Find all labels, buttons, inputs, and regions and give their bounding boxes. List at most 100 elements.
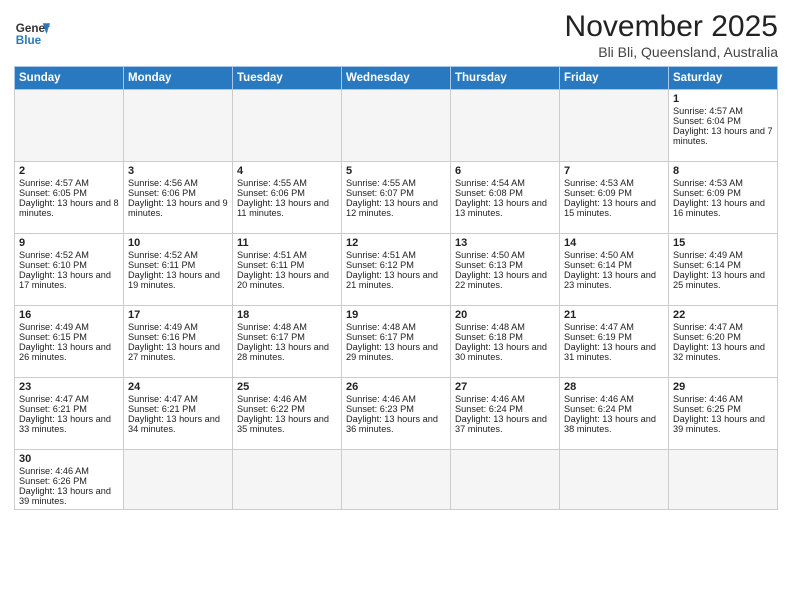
day-info: Daylight: 13 hours and 11 minutes. bbox=[237, 198, 337, 218]
day-info: Sunset: 6:11 PM bbox=[128, 260, 228, 270]
calendar-cell bbox=[124, 450, 233, 510]
day-header-sunday: Sunday bbox=[15, 67, 124, 90]
day-info: Daylight: 13 hours and 12 minutes. bbox=[346, 198, 446, 218]
day-info: Sunset: 6:25 PM bbox=[673, 404, 773, 414]
header: General Blue November 2025 Bli Bli, Quee… bbox=[14, 10, 778, 60]
calendar-cell: 28Sunrise: 4:46 AMSunset: 6:24 PMDayligh… bbox=[560, 378, 669, 450]
calendar-cell: 14Sunrise: 4:50 AMSunset: 6:14 PMDayligh… bbox=[560, 234, 669, 306]
day-number: 6 bbox=[455, 165, 555, 177]
day-info: Sunset: 6:05 PM bbox=[19, 188, 119, 198]
day-info: Daylight: 13 hours and 39 minutes. bbox=[19, 486, 119, 506]
day-header-wednesday: Wednesday bbox=[342, 67, 451, 90]
calendar-cell bbox=[342, 90, 451, 162]
day-info: Sunset: 6:16 PM bbox=[128, 332, 228, 342]
day-info: Sunset: 6:24 PM bbox=[455, 404, 555, 414]
day-info: Daylight: 13 hours and 30 minutes. bbox=[455, 342, 555, 362]
day-number: 7 bbox=[564, 165, 664, 177]
calendar-cell bbox=[15, 90, 124, 162]
day-number: 17 bbox=[128, 309, 228, 321]
day-info: Daylight: 13 hours and 20 minutes. bbox=[237, 270, 337, 290]
calendar-cell bbox=[669, 450, 778, 510]
day-info: Sunset: 6:10 PM bbox=[19, 260, 119, 270]
day-number: 11 bbox=[237, 237, 337, 249]
day-info: Daylight: 13 hours and 36 minutes. bbox=[346, 414, 446, 434]
day-info: Daylight: 13 hours and 25 minutes. bbox=[673, 270, 773, 290]
day-info: Sunset: 6:24 PM bbox=[564, 404, 664, 414]
day-number: 2 bbox=[19, 165, 119, 177]
day-info: Sunrise: 4:52 AM bbox=[128, 250, 228, 260]
day-info: Sunrise: 4:53 AM bbox=[673, 178, 773, 188]
calendar-table: SundayMondayTuesdayWednesdayThursdayFrid… bbox=[14, 66, 778, 510]
week-row-5: 30Sunrise: 4:46 AMSunset: 6:26 PMDayligh… bbox=[15, 450, 778, 510]
day-info: Sunrise: 4:49 AM bbox=[673, 250, 773, 260]
day-number: 20 bbox=[455, 309, 555, 321]
day-info: Sunset: 6:15 PM bbox=[19, 332, 119, 342]
day-info: Daylight: 13 hours and 31 minutes. bbox=[564, 342, 664, 362]
day-info: Sunset: 6:17 PM bbox=[346, 332, 446, 342]
day-number: 18 bbox=[237, 309, 337, 321]
calendar-cell bbox=[233, 450, 342, 510]
calendar-page: General Blue November 2025 Bli Bli, Quee… bbox=[0, 0, 792, 612]
day-info: Sunrise: 4:48 AM bbox=[455, 322, 555, 332]
day-info: Daylight: 13 hours and 8 minutes. bbox=[19, 198, 119, 218]
calendar-cell: 13Sunrise: 4:50 AMSunset: 6:13 PMDayligh… bbox=[451, 234, 560, 306]
day-info: Sunrise: 4:48 AM bbox=[237, 322, 337, 332]
calendar-cell: 5Sunrise: 4:55 AMSunset: 6:07 PMDaylight… bbox=[342, 162, 451, 234]
day-info: Daylight: 13 hours and 38 minutes. bbox=[564, 414, 664, 434]
calendar-cell bbox=[342, 450, 451, 510]
calendar-cell: 17Sunrise: 4:49 AMSunset: 6:16 PMDayligh… bbox=[124, 306, 233, 378]
day-info: Sunrise: 4:48 AM bbox=[346, 322, 446, 332]
day-info: Sunset: 6:04 PM bbox=[673, 116, 773, 126]
day-info: Daylight: 13 hours and 16 minutes. bbox=[673, 198, 773, 218]
day-info: Sunrise: 4:46 AM bbox=[346, 394, 446, 404]
day-info: Daylight: 13 hours and 7 minutes. bbox=[673, 126, 773, 146]
day-info: Sunrise: 4:54 AM bbox=[455, 178, 555, 188]
day-info: Daylight: 13 hours and 17 minutes. bbox=[19, 270, 119, 290]
calendar-cell: 29Sunrise: 4:46 AMSunset: 6:25 PMDayligh… bbox=[669, 378, 778, 450]
day-number: 3 bbox=[128, 165, 228, 177]
calendar-cell: 3Sunrise: 4:56 AMSunset: 6:06 PMDaylight… bbox=[124, 162, 233, 234]
day-info: Sunset: 6:09 PM bbox=[564, 188, 664, 198]
day-info: Sunset: 6:06 PM bbox=[237, 188, 337, 198]
day-number: 22 bbox=[673, 309, 773, 321]
day-number: 14 bbox=[564, 237, 664, 249]
day-header-tuesday: Tuesday bbox=[233, 67, 342, 90]
day-info: Sunrise: 4:52 AM bbox=[19, 250, 119, 260]
calendar-cell: 16Sunrise: 4:49 AMSunset: 6:15 PMDayligh… bbox=[15, 306, 124, 378]
day-info: Daylight: 13 hours and 21 minutes. bbox=[346, 270, 446, 290]
svg-text:Blue: Blue bbox=[16, 34, 42, 47]
calendar-cell: 12Sunrise: 4:51 AMSunset: 6:12 PMDayligh… bbox=[342, 234, 451, 306]
calendar-cell: 24Sunrise: 4:47 AMSunset: 6:21 PMDayligh… bbox=[124, 378, 233, 450]
calendar-cell: 7Sunrise: 4:53 AMSunset: 6:09 PMDaylight… bbox=[560, 162, 669, 234]
day-info: Sunset: 6:21 PM bbox=[19, 404, 119, 414]
day-info: Sunset: 6:11 PM bbox=[237, 260, 337, 270]
day-number: 21 bbox=[564, 309, 664, 321]
calendar-cell: 18Sunrise: 4:48 AMSunset: 6:17 PMDayligh… bbox=[233, 306, 342, 378]
calendar-cell bbox=[560, 90, 669, 162]
day-info: Daylight: 13 hours and 9 minutes. bbox=[128, 198, 228, 218]
calendar-title: November 2025 bbox=[565, 10, 778, 44]
day-info: Daylight: 13 hours and 23 minutes. bbox=[564, 270, 664, 290]
day-info: Sunset: 6:14 PM bbox=[564, 260, 664, 270]
day-info: Sunset: 6:17 PM bbox=[237, 332, 337, 342]
day-info: Daylight: 13 hours and 39 minutes. bbox=[673, 414, 773, 434]
day-info: Sunrise: 4:50 AM bbox=[455, 250, 555, 260]
day-info: Sunrise: 4:47 AM bbox=[673, 322, 773, 332]
day-info: Sunset: 6:06 PM bbox=[128, 188, 228, 198]
calendar-cell: 25Sunrise: 4:46 AMSunset: 6:22 PMDayligh… bbox=[233, 378, 342, 450]
header-row: SundayMondayTuesdayWednesdayThursdayFrid… bbox=[15, 67, 778, 90]
day-info: Daylight: 13 hours and 15 minutes. bbox=[564, 198, 664, 218]
day-info: Sunrise: 4:51 AM bbox=[346, 250, 446, 260]
day-info: Sunset: 6:20 PM bbox=[673, 332, 773, 342]
day-info: Sunset: 6:08 PM bbox=[455, 188, 555, 198]
title-block: November 2025 Bli Bli, Queensland, Austr… bbox=[565, 10, 778, 60]
day-number: 12 bbox=[346, 237, 446, 249]
day-info: Sunset: 6:14 PM bbox=[673, 260, 773, 270]
week-row-1: 2Sunrise: 4:57 AMSunset: 6:05 PMDaylight… bbox=[15, 162, 778, 234]
calendar-cell: 21Sunrise: 4:47 AMSunset: 6:19 PMDayligh… bbox=[560, 306, 669, 378]
day-info: Daylight: 13 hours and 22 minutes. bbox=[455, 270, 555, 290]
day-info: Sunrise: 4:47 AM bbox=[564, 322, 664, 332]
day-info: Sunrise: 4:57 AM bbox=[19, 178, 119, 188]
calendar-cell: 26Sunrise: 4:46 AMSunset: 6:23 PMDayligh… bbox=[342, 378, 451, 450]
day-number: 13 bbox=[455, 237, 555, 249]
